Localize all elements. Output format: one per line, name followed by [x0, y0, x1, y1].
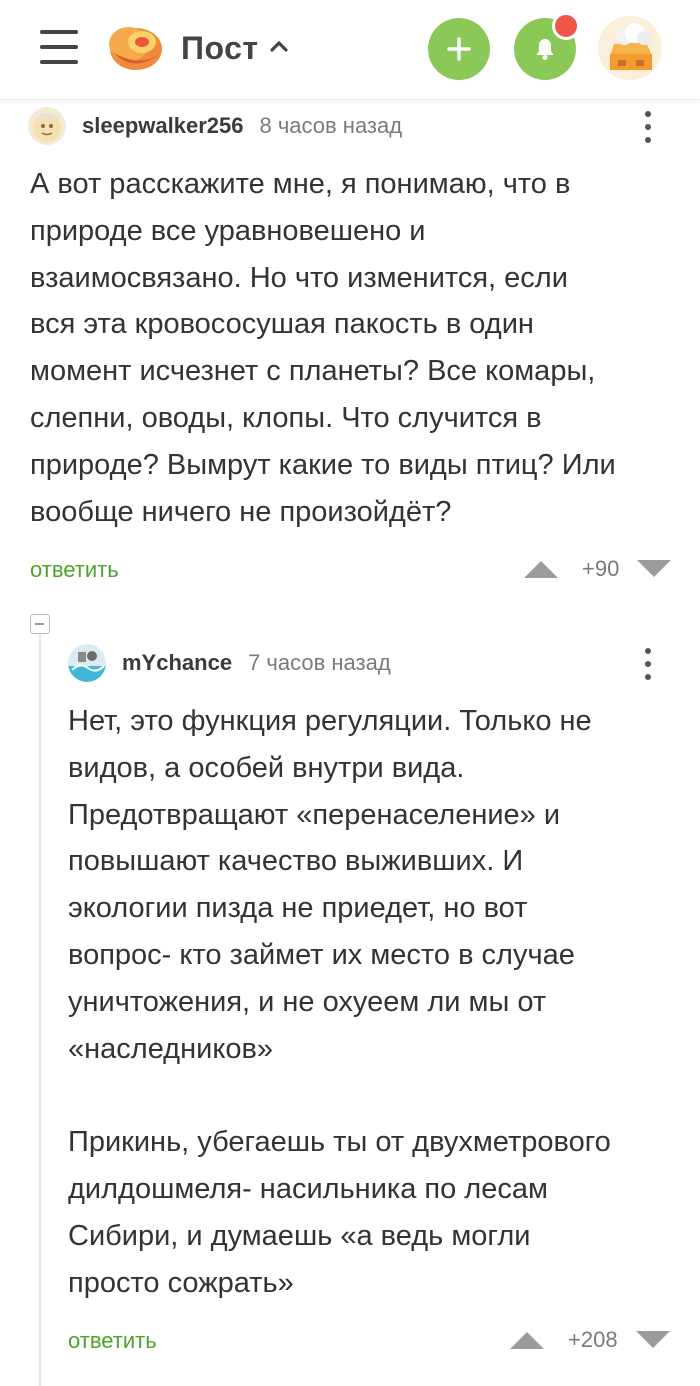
upvote-icon[interactable] — [508, 1329, 546, 1351]
vote-controls: +90 — [522, 556, 673, 582]
thread-line[interactable] — [39, 634, 41, 1386]
comment-author[interactable]: sleepwalker256 — [82, 113, 243, 139]
bell-icon — [536, 39, 554, 60]
comment-author[interactable]: mYchance — [122, 650, 232, 676]
user-avatar-image — [598, 16, 662, 80]
avatar-image — [28, 107, 66, 145]
comment-score: +208 — [568, 1327, 618, 1352]
plus-icon — [447, 37, 471, 61]
notifications-button[interactable] — [514, 12, 580, 80]
reply-button[interactable]: ответить — [68, 1328, 157, 1354]
hamburger-menu-icon[interactable] — [40, 30, 80, 64]
notification-badge — [552, 12, 580, 40]
avatar[interactable] — [28, 107, 66, 145]
collapse-thread-button[interactable] — [30, 614, 50, 634]
comment-text: А вот расскажите мне, я понимаю, что в п… — [30, 168, 616, 528]
add-post-button[interactable] — [428, 18, 490, 80]
comment-text: Нет, это функция регуляции. Только не ви… — [68, 705, 611, 1299]
pikabu-logo-icon[interactable] — [106, 22, 164, 72]
post-title-dropdown[interactable]: Пост — [181, 26, 289, 70]
comment-header: sleepwalker256 8 часов назад — [28, 107, 402, 145]
avatar[interactable] — [68, 644, 106, 682]
more-options-icon[interactable] — [638, 644, 658, 684]
comment-header: mYchance 7 часов назад — [68, 644, 391, 682]
comment-score: +90 — [582, 556, 620, 581]
comment-time: 7 часов назад — [248, 650, 391, 675]
top-navigation-bar: Пост — [0, 0, 700, 100]
user-avatar[interactable] — [598, 16, 662, 80]
upvote-icon[interactable] — [522, 558, 560, 580]
comment-time: 8 часов назад — [259, 113, 403, 138]
reply-button[interactable]: ответить — [30, 557, 119, 583]
downvote-icon[interactable] — [635, 558, 673, 580]
avatar-image — [68, 644, 106, 682]
vote-controls: +208 — [508, 1327, 672, 1353]
chevron-up-icon — [269, 41, 288, 52]
page-title: Пост — [181, 29, 259, 66]
downvote-icon[interactable] — [634, 1329, 672, 1351]
more-options-icon[interactable] — [638, 107, 658, 147]
